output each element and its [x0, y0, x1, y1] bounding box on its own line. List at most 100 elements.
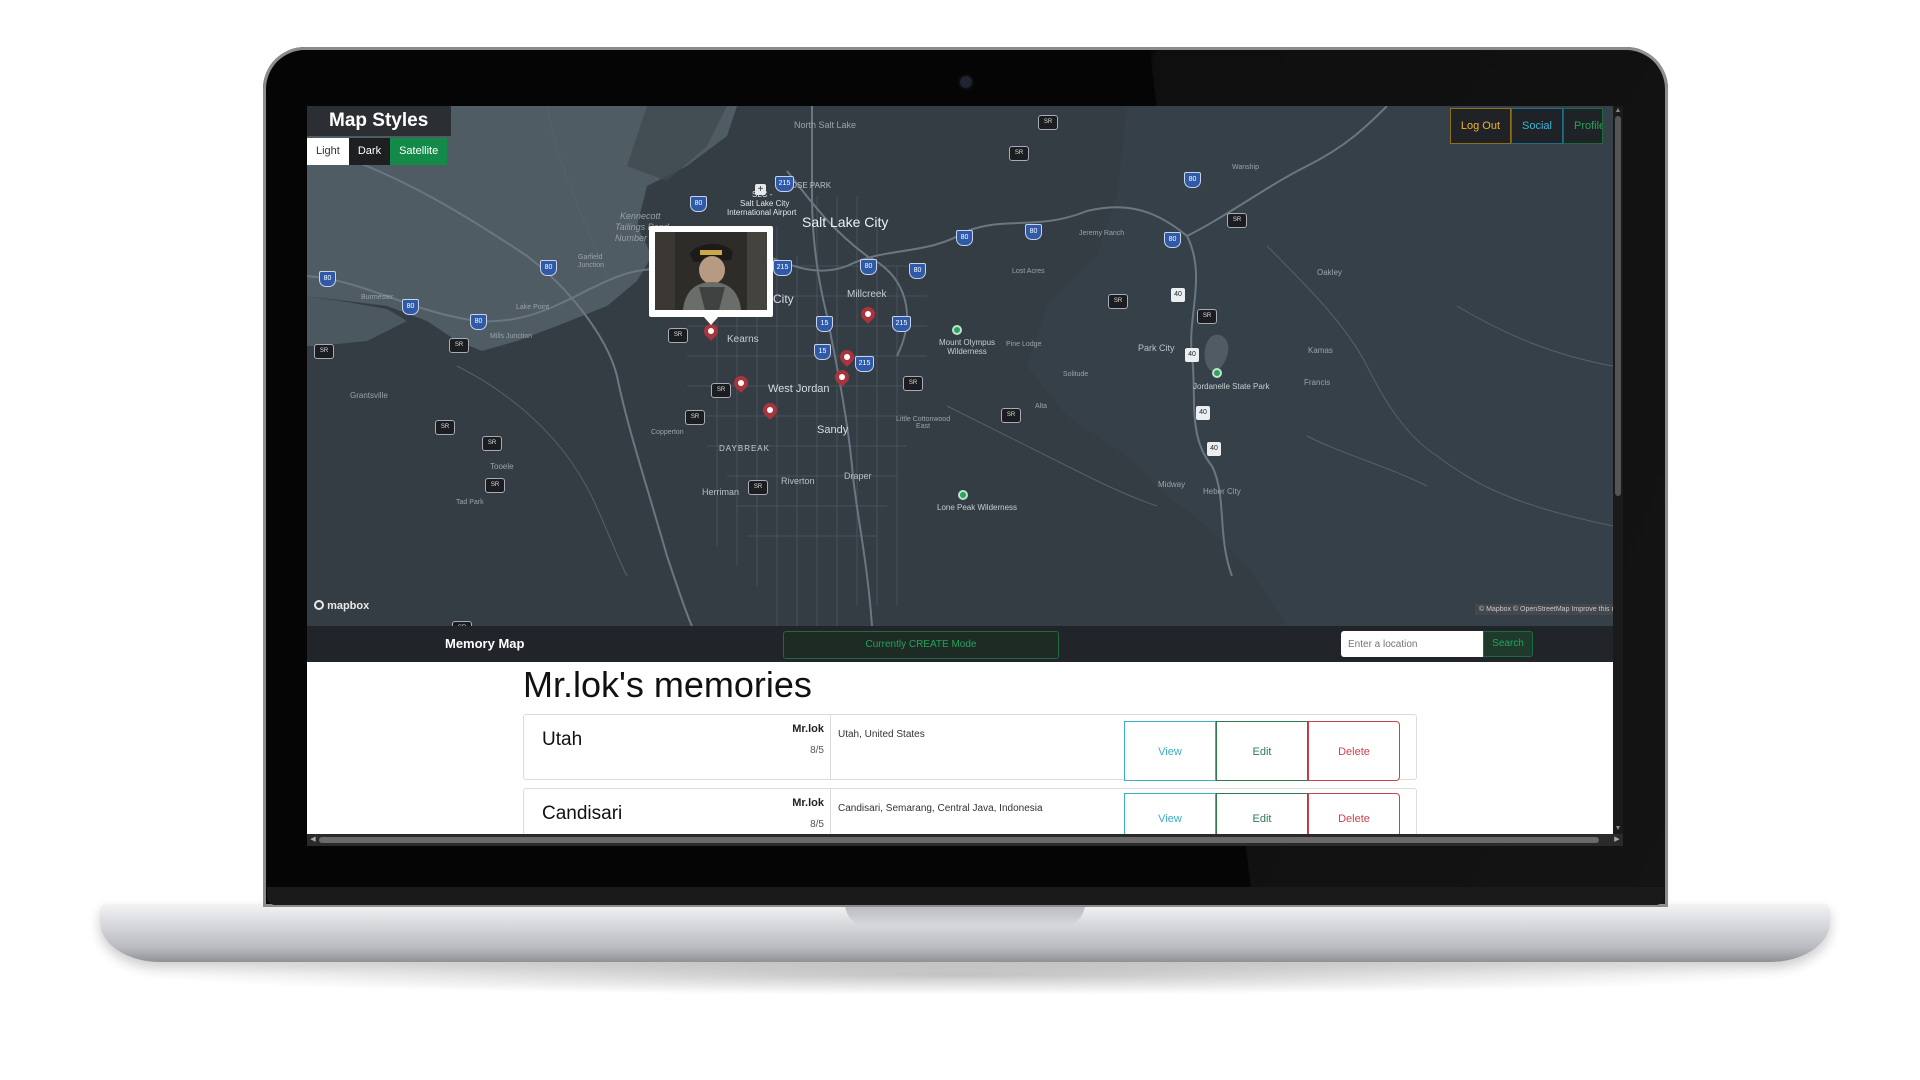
- brand-title[interactable]: Memory Map: [445, 636, 524, 651]
- map-canvas[interactable]: North Salt Lake ROSE PARK SLC - Salt Lak…: [307, 106, 1613, 626]
- state-route-shield-icon: SR: [485, 478, 505, 493]
- map-style-buttons: Light Dark Satellite: [307, 138, 451, 165]
- mapbox-logo[interactable]: mapbox: [314, 600, 369, 612]
- label-garfield-1: Garfield: [578, 254, 603, 261]
- memory-date: 8/5: [810, 819, 824, 830]
- label-mount-olympus-1: Mount Olympus: [939, 338, 996, 347]
- state-route-shield-icon: SR: [1038, 115, 1058, 130]
- label-kearns: Kearns: [727, 334, 759, 345]
- i80-shield-icon: 80: [690, 196, 707, 212]
- label-little-cottonwood-1: Little Cottonwood: [896, 416, 951, 423]
- label-oakley: Oakley: [1317, 268, 1342, 277]
- park-icon: [1212, 368, 1222, 378]
- map-styles-title: Map Styles: [307, 106, 451, 136]
- style-satellite-button[interactable]: Satellite: [390, 138, 448, 165]
- memory-popup[interactable]: [649, 226, 773, 325]
- state-route-shield-icon: SR: [1227, 213, 1247, 228]
- label-little-cottonwood-2: East: [916, 423, 931, 430]
- state-route-shield-icon: SR: [1009, 146, 1029, 161]
- i80-shield-icon: 80: [402, 299, 419, 315]
- label-west-jordan: West Jordan: [768, 383, 830, 395]
- label-wanship: Wanship: [1232, 164, 1259, 171]
- park-icon: [952, 325, 962, 335]
- memory-owner: Mr.lok: [792, 797, 824, 809]
- map-attribution[interactable]: © Mapbox © OpenStreetMap Improve this ma…: [1475, 604, 1613, 615]
- label-sandy: Sandy: [817, 424, 849, 436]
- label-midway: Midway: [1158, 480, 1186, 489]
- state-route-shield-icon: SR: [1001, 408, 1021, 423]
- state-route-shield-icon: SR: [903, 376, 923, 391]
- label-airport-1: Salt Lake City: [740, 199, 790, 208]
- label-millcreek: Millcreek: [847, 289, 887, 300]
- i80-shield-icon: 80: [909, 263, 926, 279]
- state-route-shield-icon: SR: [668, 328, 688, 343]
- vertical-scrollbar[interactable]: ▲ ▼: [1613, 106, 1623, 834]
- horizontal-scroll-thumb[interactable]: [319, 837, 1599, 843]
- card-divider: [830, 715, 831, 779]
- view-button[interactable]: View: [1124, 721, 1216, 781]
- label-mills-junction: Mills Junction: [490, 333, 533, 340]
- lid-bottom-bezel: [267, 887, 1664, 905]
- memory-name: Candisari: [542, 803, 623, 824]
- scroll-left-icon[interactable]: ◀: [309, 836, 317, 844]
- memory-name: Utah: [542, 729, 583, 750]
- top-nav: Log Out Social Profile: [1449, 108, 1603, 144]
- scroll-right-icon[interactable]: ▶: [1613, 836, 1621, 844]
- label-kamas: Kamas: [1308, 346, 1333, 355]
- label-alta: Alta: [1035, 403, 1048, 410]
- i215-shield-icon: 215: [773, 260, 792, 276]
- i215-shield-icon: 215: [775, 176, 794, 192]
- location-search-input[interactable]: [1341, 631, 1483, 657]
- memory-card: Utah Mr.lok 8/5 Utah, United States View…: [523, 714, 1417, 781]
- us40-shield-icon: 40: [1196, 406, 1210, 420]
- i80-shield-icon: 80: [860, 259, 877, 275]
- label-grantsville: Grantsville: [350, 391, 388, 400]
- label-mount-olympus: Mount Olympus Wilderness: [939, 338, 995, 356]
- label-lake-point: Lake Point: [516, 304, 550, 311]
- label-pine-lodge: Pine Lodge: [1006, 341, 1042, 348]
- horizontal-scrollbar[interactable]: ◀ ▶: [307, 834, 1623, 846]
- i80-shield-icon: 80: [470, 314, 487, 330]
- us40-shield-icon: 40: [1185, 348, 1199, 362]
- profile-button[interactable]: Profile: [1563, 108, 1603, 144]
- edit-button[interactable]: Edit: [1216, 721, 1308, 781]
- label-lone-peak: Lone Peak Wilderness: [937, 503, 1018, 512]
- map-terrain: [307, 106, 1613, 626]
- search-button[interactable]: Search: [1483, 631, 1533, 657]
- scroll-down-icon[interactable]: ▼: [1614, 825, 1622, 833]
- map-style-panel: Map Styles Light Dark Satellite: [307, 106, 451, 165]
- label-heber-city: Heber City: [1203, 487, 1241, 496]
- social-button[interactable]: Social: [1511, 108, 1563, 144]
- i80-shield-icon: 80: [540, 260, 557, 276]
- vertical-scroll-thumb[interactable]: [1615, 116, 1621, 496]
- label-burmester: Burmester: [361, 294, 394, 301]
- delete-button[interactable]: Delete: [1308, 721, 1400, 781]
- i80-shield-icon: 80: [319, 271, 336, 287]
- state-route-shield-icon: SR: [1197, 309, 1217, 324]
- label-lost-acres: Lost Acres: [1012, 268, 1045, 275]
- memory-date: 8/5: [810, 745, 824, 756]
- memory-photo-art: [655, 232, 767, 310]
- mode-indicator[interactable]: Currently CREATE Mode: [783, 631, 1059, 659]
- scroll-up-icon[interactable]: ▲: [1614, 107, 1622, 115]
- logout-button[interactable]: Log Out: [1449, 108, 1512, 144]
- memory-photo[interactable]: [655, 232, 767, 310]
- style-dark-button[interactable]: Dark: [348, 138, 391, 165]
- mapbox-logo-text: mapbox: [327, 600, 370, 612]
- label-herriman: Herriman: [702, 487, 740, 497]
- label-salt-lake-city: Salt Lake City: [802, 214, 889, 230]
- screen: North Salt Lake ROSE PARK SLC - Salt Lak…: [307, 106, 1623, 846]
- label-copperton: Copperton: [651, 429, 684, 436]
- state-route-shield-icon: SR: [748, 480, 768, 495]
- i80-shield-icon: 80: [956, 230, 973, 246]
- us40-shield-icon: 40: [1207, 442, 1221, 456]
- state-route-shield-icon: SR: [685, 410, 705, 425]
- state-route-shield-icon: SR: [435, 420, 455, 435]
- memory-address: Utah, United States: [838, 729, 925, 740]
- label-city: City: [773, 292, 794, 306]
- label-little-cottonwood: Little Cottonwood East: [896, 416, 950, 430]
- memory-owner: Mr.lok: [792, 723, 824, 735]
- label-jeremy-ranch: Jeremy Ranch: [1079, 230, 1125, 237]
- label-tooele: Tooele: [490, 462, 514, 471]
- style-light-button[interactable]: Light: [307, 138, 349, 165]
